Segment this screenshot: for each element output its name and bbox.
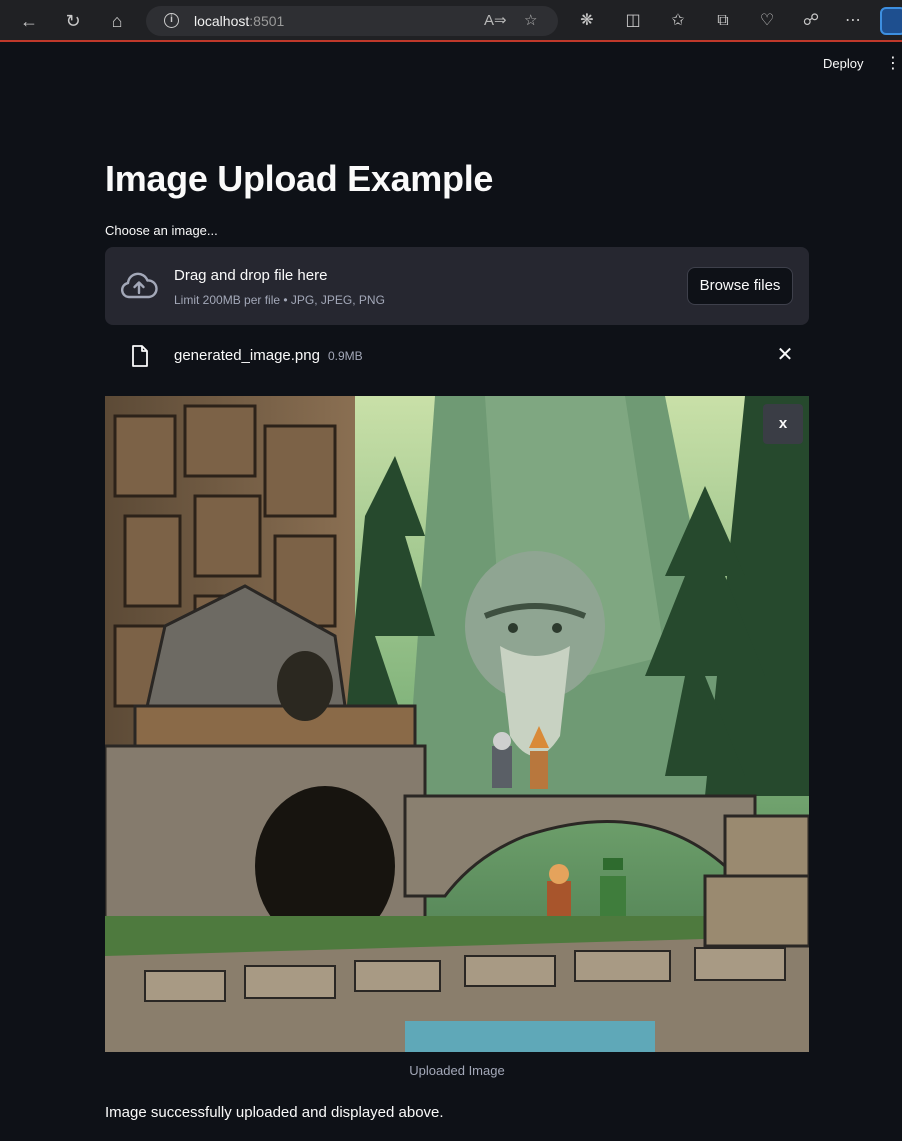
browser-toolbar: ← ↻ ⌂ i localhost:8501 A⇒ ☆ ❋ ◫ ✩ ⧉ ♡ ☍ … (0, 0, 902, 42)
extensions-icon[interactable]: ❋ (576, 10, 598, 32)
dropzone-title: Drag and drop file here (174, 267, 328, 284)
bing-copilot-icon[interactable] (880, 7, 902, 35)
page-title: Image Upload Example (105, 158, 494, 199)
deploy-button[interactable]: Deploy (823, 56, 863, 71)
file-size: 0.9MB (328, 349, 363, 363)
favorite-star-icon[interactable]: ☆ (524, 11, 537, 29)
uploaded-image: x (105, 396, 809, 1052)
vertical-dots-icon[interactable]: ⋮ (885, 54, 901, 74)
remove-file-icon[interactable]: ✕ (773, 343, 797, 367)
reload-icon[interactable]: ↻ (61, 9, 85, 33)
health-icon[interactable]: ♡ (756, 10, 778, 32)
address-bar[interactable]: i localhost:8501 A⇒ ☆ (146, 6, 558, 36)
site-info-icon[interactable]: i (164, 13, 179, 28)
status-message: Image successfully uploaded and displaye… (105, 1104, 444, 1121)
collections-icon[interactable]: ⧉ (712, 10, 734, 32)
app-container: Deploy ⋮ Image Upload Example Choose an … (7, 44, 902, 1141)
cloud-upload-icon (120, 272, 158, 299)
split-screen-icon[interactable]: ◫ (622, 10, 644, 32)
file-icon (132, 345, 148, 367)
uploaded-file-row: generated_image.png 0.9MB ✕ (105, 337, 809, 377)
fantasy-landscape-image (105, 396, 809, 1052)
home-icon[interactable]: ⌂ (105, 9, 129, 33)
file-name: generated_image.png (174, 347, 320, 364)
back-icon[interactable]: ← (17, 9, 41, 33)
more-icon[interactable]: ⋯ (842, 10, 864, 32)
uploader-label: Choose an image... (105, 223, 218, 238)
read-aloud-icon[interactable]: A⇒ (484, 11, 507, 29)
image-caption: Uploaded Image (409, 1063, 505, 1078)
image-close-button[interactable]: x (763, 404, 803, 444)
dropzone-limit: Limit 200MB per file • JPG, JPEG, PNG (174, 293, 385, 307)
file-dropzone[interactable]: Drag and drop file here Limit 200MB per … (105, 247, 809, 325)
favorites-icon[interactable]: ✩ (667, 10, 689, 32)
browse-files-button[interactable]: Browse files (687, 267, 793, 305)
url-text: localhost:8501 (194, 13, 285, 29)
workspaces-icon[interactable]: ☍ (800, 10, 822, 32)
